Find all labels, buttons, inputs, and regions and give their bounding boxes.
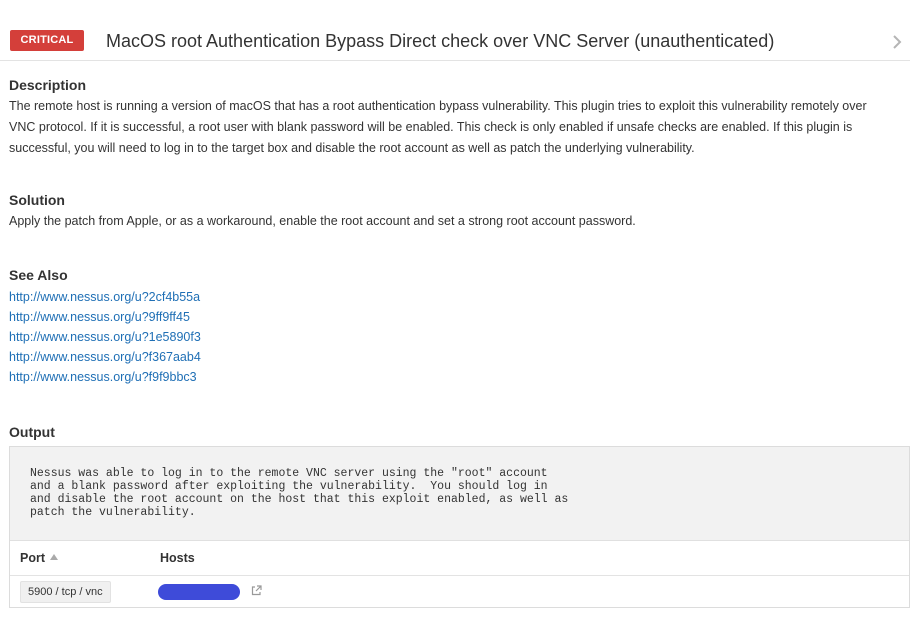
external-link-icon[interactable]: [251, 585, 262, 596]
list-item: http://www.nessus.org/u?9ff9ff45: [9, 307, 201, 327]
severity-badge: CRITICAL: [10, 30, 84, 51]
chevron-right-icon[interactable]: [890, 34, 904, 50]
see-also-link[interactable]: http://www.nessus.org/u?f367aab4: [9, 350, 201, 364]
see-also-link[interactable]: http://www.nessus.org/u?f9f9bbc3: [9, 370, 197, 384]
solution-heading: Solution: [9, 192, 65, 208]
description-line: The remote host is running a version of …: [9, 99, 867, 113]
see-also-heading: See Also: [9, 267, 68, 283]
port-column-header[interactable]: Port: [20, 551, 58, 565]
list-item: http://www.nessus.org/u?2cf4b55a: [9, 287, 201, 307]
table-row: 5900 / tcp / vnc: [10, 576, 909, 608]
see-also-link[interactable]: http://www.nessus.org/u?9ff9ff45: [9, 310, 190, 324]
description-heading: Description: [9, 77, 87, 93]
solution-text: Apply the patch from Apple, or as a work…: [9, 214, 636, 228]
see-also-link[interactable]: http://www.nessus.org/u?2cf4b55a: [9, 290, 200, 304]
plugin-header: CRITICAL MacOS root Authentication Bypas…: [0, 0, 910, 61]
hosts-column-header: Hosts: [160, 551, 195, 565]
see-also-link[interactable]: http://www.nessus.org/u?1e5890f3: [9, 330, 201, 344]
output-text-area: Nessus was able to log in to the remote …: [10, 447, 909, 541]
plugin-title: MacOS root Authentication Bypass Direct …: [106, 31, 775, 51]
description-text: The remote host is running a version of …: [9, 96, 911, 159]
host-redacted[interactable]: [158, 584, 240, 600]
port-column-label: Port: [20, 551, 45, 565]
output-heading: Output: [9, 424, 55, 440]
description-line: VNC protocol. If it is successful, a roo…: [9, 120, 853, 134]
description-line: successful, you will need to log in to t…: [9, 141, 695, 155]
sort-ascending-icon: [50, 554, 58, 560]
port-value: 5900 / tcp / vnc: [20, 581, 111, 603]
list-item: http://www.nessus.org/u?1e5890f3: [9, 327, 201, 347]
table-header: Port Hosts: [10, 541, 909, 576]
output-panel: Nessus was able to log in to the remote …: [9, 446, 910, 608]
see-also-links: http://www.nessus.org/u?2cf4b55a http://…: [9, 287, 201, 387]
output-text: Nessus was able to log in to the remote …: [30, 467, 569, 519]
list-item: http://www.nessus.org/u?f9f9bbc3: [9, 367, 201, 387]
list-item: http://www.nessus.org/u?f367aab4: [9, 347, 201, 367]
